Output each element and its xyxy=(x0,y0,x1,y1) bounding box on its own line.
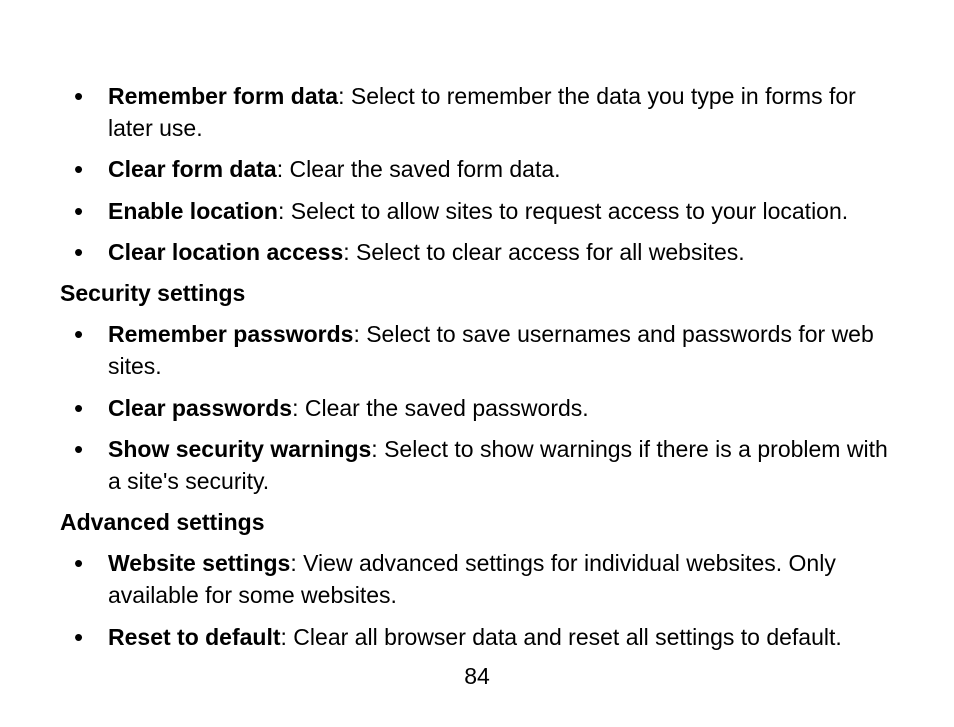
bullet-list-3: Website settings: View advanced settings… xyxy=(60,547,894,653)
item-desc: : Select to allow sites to request acces… xyxy=(278,198,848,224)
item-desc: : Clear all browser data and reset all s… xyxy=(281,624,842,650)
page-number: 84 xyxy=(0,660,954,692)
section-heading-security: Security settings xyxy=(60,277,894,309)
item-term: Clear passwords xyxy=(108,395,292,421)
item-desc: : Clear the saved passwords. xyxy=(292,395,589,421)
item-desc: : Select to clear access for all website… xyxy=(343,239,744,265)
item-term: Show security warnings xyxy=(108,436,371,462)
list-item: Clear location access: Select to clear a… xyxy=(60,236,894,268)
list-item: Enable location: Select to allow sites t… xyxy=(60,195,894,227)
item-term: Website settings xyxy=(108,550,290,576)
item-term: Clear location access xyxy=(108,239,343,265)
list-item: Clear passwords: Clear the saved passwor… xyxy=(60,392,894,424)
item-term: Clear form data xyxy=(108,156,277,182)
item-term: Reset to default xyxy=(108,624,281,650)
list-item: Website settings: View advanced settings… xyxy=(60,547,894,611)
section-heading-advanced: Advanced settings xyxy=(60,506,894,538)
list-item: Show security warnings: Select to show w… xyxy=(60,433,894,497)
list-item: Reset to default: Clear all browser data… xyxy=(60,621,894,653)
list-item: Remember passwords: Select to save usern… xyxy=(60,318,894,382)
item-term: Enable location xyxy=(108,198,278,224)
item-term: Remember form data xyxy=(108,83,338,109)
item-term: Remember passwords xyxy=(108,321,353,347)
list-item: Clear form data: Clear the saved form da… xyxy=(60,153,894,185)
list-item: Remember form data: Select to remember t… xyxy=(60,80,894,144)
item-desc: : Clear the saved form data. xyxy=(277,156,561,182)
bullet-list-2: Remember passwords: Select to save usern… xyxy=(60,318,894,497)
bullet-list-1: Remember form data: Select to remember t… xyxy=(60,80,894,268)
